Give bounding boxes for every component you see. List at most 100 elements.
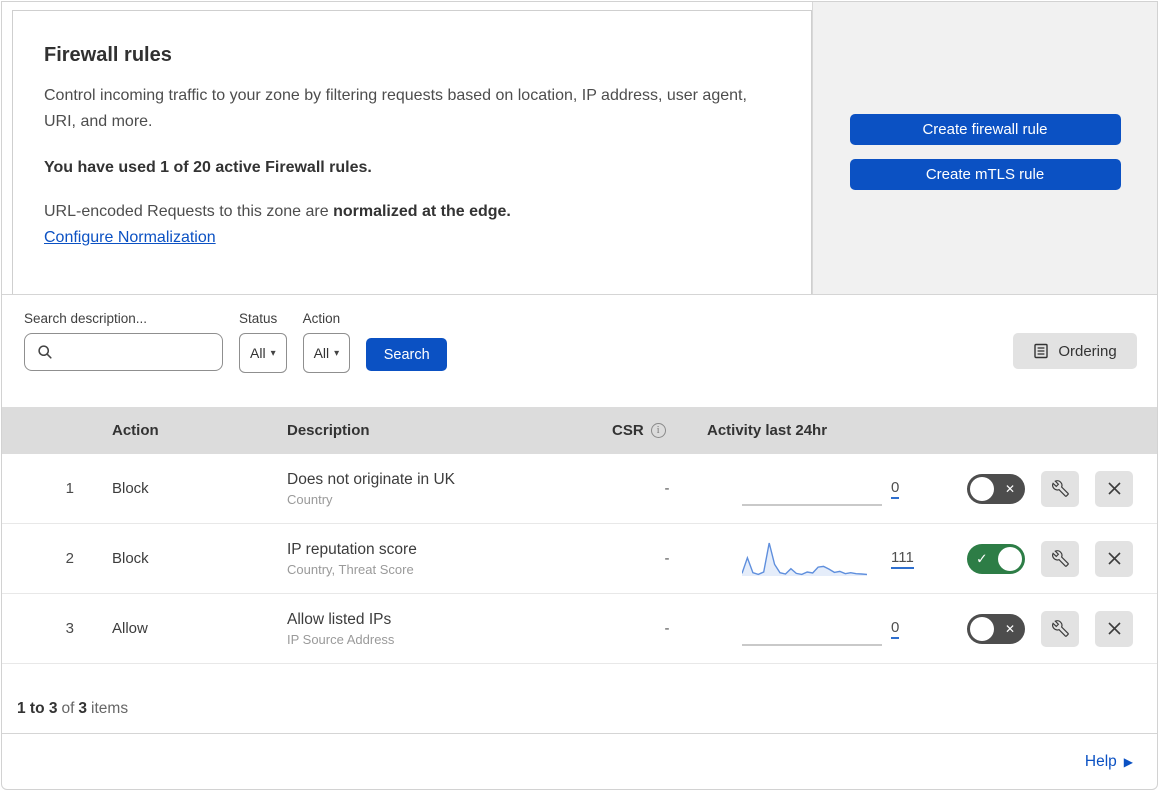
rule-description: Does not originate in UK — [287, 470, 456, 488]
search-icon — [37, 344, 53, 360]
status-selected-value: All — [250, 345, 266, 361]
search-field[interactable] — [24, 333, 242, 371]
action-column-header: Action — [112, 422, 159, 439]
rule-description-cell: Allow listed IPs IP Source Address — [267, 611, 592, 647]
status-label: Status — [239, 311, 278, 326]
usage-note: You have used 1 of 20 active Firewall ru… — [44, 159, 372, 176]
pagination-range: 1 to 3 — [17, 700, 58, 717]
normalization-text: URL-encoded Requests to this zone are — [44, 203, 334, 220]
rule-controls: ✓ ✕ — [937, 540, 1157, 577]
search-button[interactable]: Search — [366, 338, 448, 371]
rule-description-cell: IP reputation score Country, Threat Scor… — [267, 541, 592, 577]
pagination-total: 3 — [78, 700, 88, 717]
page-title: Firewall rules — [44, 44, 172, 66]
rule-description: IP reputation score — [287, 540, 417, 558]
table-row: 3 Allow Allow listed IPs IP Source Addre… — [2, 594, 1157, 664]
rule-match-fields: Country, Threat Score — [287, 561, 414, 577]
action-select[interactable]: All ▾ — [302, 333, 351, 373]
delete-rule-button[interactable] — [1095, 610, 1133, 647]
close-icon — [1107, 621, 1122, 636]
rule-action: Block — [112, 480, 149, 497]
rule-enabled-toggle[interactable]: ✓ ✕ — [967, 543, 1025, 574]
rule-activity-cell: 0 — [692, 608, 937, 650]
activity-column-header: Activity last 24hr — [707, 422, 828, 439]
close-icon — [1107, 551, 1122, 566]
pagination-items-label: items — [91, 700, 129, 717]
activity-sparkline-chart — [742, 538, 867, 580]
help-link[interactable]: Help ▶ — [1085, 753, 1133, 771]
create-firewall-rule-button[interactable]: Create firewall rule — [849, 114, 1121, 145]
rule-description: Allow listed IPs — [287, 610, 392, 628]
search-label: Search description... — [24, 311, 148, 326]
info-icon[interactable]: i — [650, 423, 666, 438]
edit-rule-button[interactable] — [1041, 470, 1079, 507]
rule-priority: 1 — [65, 480, 74, 497]
toggle-knob — [998, 546, 1022, 571]
wrench-icon — [1051, 620, 1069, 637]
search-group: Search description... — [24, 311, 242, 371]
activity-count-link[interactable]: 0 — [891, 619, 900, 639]
status-filter-group: Status All ▾ — [239, 311, 287, 373]
pagination-of: of — [61, 700, 75, 717]
page-description: Control incoming traffic to your zone by… — [44, 87, 747, 130]
csr-header-label: CSR — [612, 422, 644, 439]
rule-match-fields: Country — [287, 491, 333, 507]
status-select[interactable]: All ▾ — [239, 333, 287, 373]
delete-rule-button[interactable] — [1095, 540, 1133, 577]
table-header: Action Description CSR i Activity last 2… — [2, 407, 1157, 454]
action-filter-group: Action All ▾ — [302, 311, 351, 373]
normalization-bold: normalized at the edge. — [333, 203, 511, 220]
table-row: 2 Block IP reputation score Country, Thr… — [2, 524, 1157, 594]
help-arrow-icon: ▶ — [1123, 754, 1133, 769]
configure-normalization-link[interactable]: Configure Normalization — [44, 229, 216, 246]
help-link-label: Help — [1084, 752, 1117, 770]
rule-description-cell: Does not originate in UK Country — [267, 471, 592, 507]
page-header: Firewall rules Control incoming traffic … — [2, 2, 1157, 295]
rule-priority: 3 — [65, 620, 74, 637]
toggle-x-icon: ✕ — [1004, 621, 1015, 636]
csr-column-header: CSR i — [592, 422, 692, 439]
filter-bar: Search description... Status All ▾ Actio… — [2, 295, 1157, 407]
activity-count-link[interactable]: 111 — [891, 549, 914, 569]
edit-rule-button[interactable] — [1041, 540, 1079, 577]
chevron-down-icon: ▾ — [334, 347, 340, 359]
rule-csr: - — [664, 480, 670, 497]
ordering-button-label: Ordering — [1058, 342, 1117, 360]
firewall-rules-page: Firewall rules Control incoming traffic … — [1, 1, 1158, 790]
ordering-button[interactable]: Ordering — [1013, 333, 1137, 369]
delete-rule-button[interactable] — [1095, 470, 1133, 507]
rule-activity-cell: 0 — [692, 468, 937, 510]
rule-match-fields: IP Source Address — [287, 631, 395, 647]
help-footer: Help ▶ — [2, 734, 1157, 789]
table-row: 1 Block Does not originate in UK Country… — [2, 454, 1157, 524]
activity-count-link[interactable]: 0 — [891, 479, 900, 499]
rule-csr: - — [664, 550, 670, 567]
rule-controls: ✓ ✕ — [937, 470, 1157, 507]
action-selected-value: All — [313, 345, 330, 361]
rule-priority: 2 — [65, 550, 74, 567]
ordering-list-icon — [1033, 343, 1049, 359]
pagination-summary: 1 to 3 of 3 items — [2, 664, 1157, 734]
close-icon — [1107, 481, 1122, 496]
action-side-panel: Create firewall rule Create mTLS rule — [812, 2, 1157, 294]
description-column-header: Description — [287, 422, 370, 439]
chevron-down-icon: ▾ — [270, 347, 276, 359]
activity-sparkline-empty — [742, 608, 882, 650]
wrench-icon — [1051, 550, 1069, 567]
rule-enabled-toggle[interactable]: ✓ ✕ — [967, 473, 1025, 504]
create-mtls-rule-button[interactable]: Create mTLS rule — [849, 159, 1121, 190]
toggle-check-icon: ✓ — [976, 550, 988, 566]
rule-action: Block — [112, 550, 149, 567]
search-input[interactable] — [61, 344, 242, 360]
rule-activity-cell: 111 — [692, 538, 937, 580]
intro-card: Firewall rules Control incoming traffic … — [12, 10, 812, 294]
rule-action: Allow — [112, 620, 148, 637]
wrench-icon — [1051, 480, 1069, 497]
activity-sparkline-empty — [742, 468, 882, 510]
normalization-note: URL-encoded Requests to this zone are no… — [44, 203, 771, 221]
toggle-x-icon: ✕ — [1004, 481, 1015, 496]
edit-rule-button[interactable] — [1041, 610, 1079, 647]
rule-csr: - — [664, 620, 670, 637]
rule-enabled-toggle[interactable]: ✓ ✕ — [967, 613, 1025, 644]
toggle-knob — [970, 476, 994, 501]
